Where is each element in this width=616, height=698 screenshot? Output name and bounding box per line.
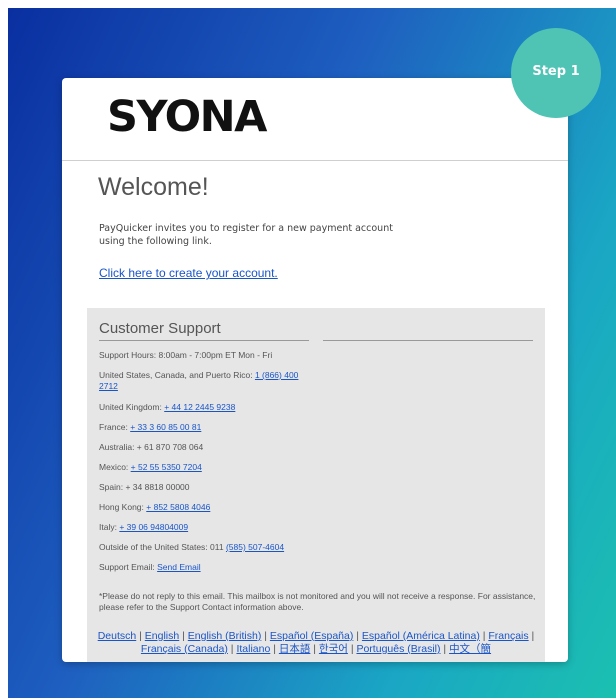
support-title: Customer Support bbox=[99, 320, 221, 337]
phone-link-hong-kong[interactable]: + 852 5808 4046 bbox=[146, 502, 210, 512]
support-row-mexico: Mexico: + 52 55 5350 7204 bbox=[99, 462, 202, 472]
support-title-rule-right bbox=[323, 340, 533, 341]
customer-support-section: Customer Support Support Hours: 8:00am -… bbox=[87, 308, 545, 662]
language-separator: | bbox=[353, 630, 362, 642]
header-divider bbox=[62, 160, 568, 161]
phone-link-france[interactable]: + 33 3 60 85 00 81 bbox=[130, 422, 201, 432]
step-badge: Step 1 bbox=[511, 28, 601, 118]
language-separator: | bbox=[136, 630, 145, 642]
language-link[interactable]: Français (Canada) bbox=[141, 643, 228, 655]
language-link[interactable]: Français bbox=[488, 630, 528, 642]
support-row-outside-us: Outside of the United States: 011 (585) … bbox=[99, 542, 285, 552]
support-row-uk: United Kingdom: + 44 12 2445 9238 bbox=[99, 402, 236, 412]
language-link[interactable]: Español (España) bbox=[270, 630, 353, 642]
intro-text: PayQuicker invites you to register for a… bbox=[99, 223, 393, 247]
support-row-hong-kong: Hong Kong: + 852 5808 4046 bbox=[99, 502, 211, 512]
support-title-rule bbox=[99, 340, 309, 341]
language-link[interactable]: English (British) bbox=[188, 630, 262, 642]
language-link[interactable]: Português (Brasil) bbox=[356, 643, 440, 655]
language-link[interactable]: 日本語 bbox=[279, 643, 311, 655]
create-account-link[interactable]: Click here to create your account. bbox=[99, 266, 278, 280]
language-link[interactable]: Deutsch bbox=[98, 630, 137, 642]
support-hours: Support Hours: 8:00am - 7:00pm ET Mon - … bbox=[99, 350, 273, 360]
language-separator: | bbox=[261, 630, 270, 642]
language-separator: | bbox=[179, 630, 188, 642]
phone-link-mexico[interactable]: + 52 55 5350 7204 bbox=[131, 462, 202, 472]
language-link[interactable]: Español (América Latina) bbox=[362, 630, 480, 642]
support-row-france: France: + 33 3 60 85 00 81 bbox=[99, 422, 202, 432]
language-links: Deutsch | English | English (British) | … bbox=[93, 630, 539, 656]
phone-link-outside-us[interactable]: (585) 507-4604 bbox=[226, 542, 284, 552]
syona-logo: SYONA bbox=[107, 92, 267, 142]
support-row-australia: Australia: + 61 870 708 064 bbox=[99, 442, 204, 452]
language-separator: | bbox=[310, 643, 319, 655]
welcome-title: Welcome! bbox=[98, 173, 209, 201]
phone-link-uk[interactable]: + 44 12 2445 9238 bbox=[164, 402, 235, 412]
phone-link-italy[interactable]: + 39 06 94804009 bbox=[119, 522, 188, 532]
support-row-italy: Italy: + 39 06 94804009 bbox=[99, 522, 189, 532]
language-link[interactable]: 中文（簡 bbox=[449, 643, 491, 655]
language-link[interactable]: Italiano bbox=[236, 643, 270, 655]
support-row-email: Support Email: Send Email bbox=[99, 562, 201, 572]
language-separator: | bbox=[528, 630, 535, 642]
support-row-us: United States, Canada, and Puerto Rico: … bbox=[99, 370, 299, 391]
send-email-link[interactable]: Send Email bbox=[157, 562, 200, 572]
support-row-spain: Spain: + 34 8818 00000 bbox=[99, 482, 190, 492]
language-separator: | bbox=[270, 643, 279, 655]
email-card: SYONA Welcome! PayQuicker invites you to… bbox=[62, 78, 568, 662]
no-reply-disclaimer: *Please do not reply to this email. This… bbox=[99, 591, 536, 612]
language-link[interactable]: English bbox=[145, 630, 179, 642]
language-separator: | bbox=[440, 643, 450, 655]
language-link[interactable]: 한국어 bbox=[319, 643, 348, 655]
